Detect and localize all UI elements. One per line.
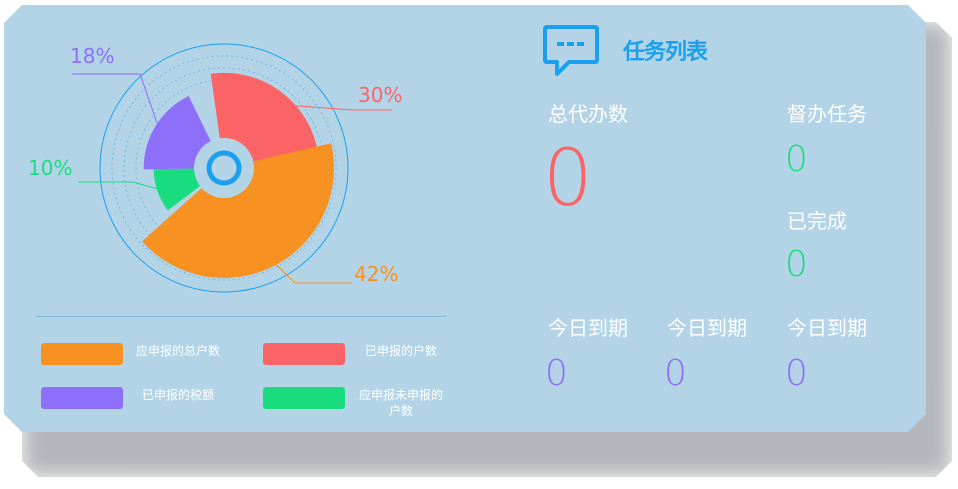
supervise-task-value[interactable]: 0 (785, 139, 808, 180)
leader-line (78, 181, 161, 191)
leader-line (72, 73, 160, 129)
due-today-value-3[interactable]: 0 (785, 353, 808, 394)
total-pending-value[interactable]: 0 (543, 134, 593, 224)
legend-swatch-tax[interactable] (41, 387, 123, 409)
completed-value[interactable]: 0 (785, 244, 808, 285)
pie-center (194, 138, 254, 198)
legend-swatch-total[interactable] (41, 343, 123, 365)
due-today-label-1: 今日到期 (548, 316, 628, 340)
percent-label: 30% (358, 83, 402, 107)
percent-label: 10% (28, 156, 72, 180)
due-today-label-3: 今日到期 (787, 316, 867, 340)
supervise-task-label: 督办任务 (787, 102, 867, 126)
legend-label-unreported: 应申报未申报的户数 (358, 388, 443, 418)
chat-bubble-icon (543, 25, 599, 76)
percent-label: 42% (354, 262, 398, 286)
legend-swatch-reported[interactable] (263, 343, 345, 365)
task-list-title: 任务列表 (623, 40, 708, 65)
center-disc (194, 138, 254, 198)
legend-label-reported: 已申报的户数 (364, 344, 437, 358)
leader-line (271, 260, 352, 284)
legend-divider (36, 316, 446, 317)
rose-pie-chart: 42% 30% 18% 10% (28, 43, 402, 293)
legend-swatch-unreported[interactable] (263, 387, 345, 409)
total-pending-label: 总代办数 (548, 102, 628, 126)
completed-label: 已完成 (787, 209, 847, 233)
legend-label-tax: 已申报的税额 (141, 388, 214, 402)
legend-label-total: 应申报的总户数 (135, 344, 220, 358)
percent-label: 18% (70, 44, 114, 68)
due-today-label-2: 今日到期 (667, 316, 747, 340)
due-today-value-1[interactable]: 0 (545, 353, 568, 394)
due-today-value-2[interactable]: 0 (664, 353, 687, 394)
